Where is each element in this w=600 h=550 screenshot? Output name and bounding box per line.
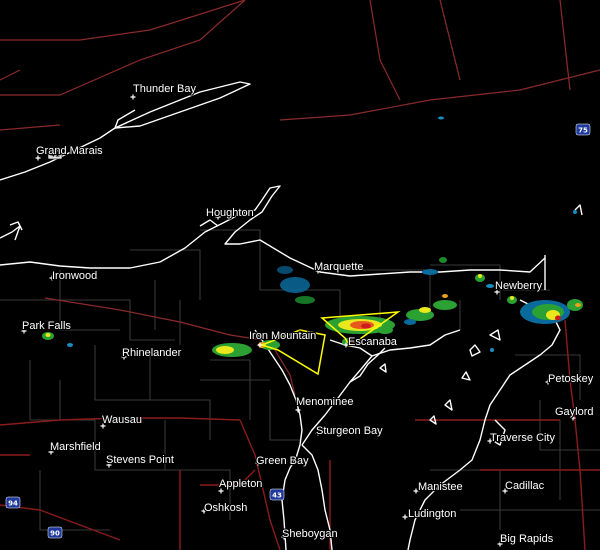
city-label-manistee: Manistee <box>418 481 463 493</box>
city-label-ludington: Ludington <box>408 508 456 520</box>
svg-text:94: 94 <box>8 500 18 508</box>
city-label-appleton: Appleton <box>219 478 262 490</box>
city-escanaba: Escanaba <box>343 335 399 349</box>
shield-i-75: 75 <box>575 123 591 136</box>
city-ludington: Ludington <box>402 507 457 521</box>
radar-map: 75 43 41 94 90 Thunder BayGrand MaraisHo… <box>0 0 600 550</box>
city-label-wausau: Wausau <box>102 414 142 426</box>
city-park-falls: Park Falls <box>21 319 72 334</box>
city-label-menominee: Menominee <box>296 396 353 408</box>
city-manistee: Manistee <box>413 480 464 494</box>
city-label-iron-mountain: Iron Mountain <box>249 330 316 342</box>
svg-text:75: 75 <box>578 127 588 135</box>
city-traverse-city: Traverse City <box>487 431 557 445</box>
city-green-bay: Green Bay <box>255 454 310 468</box>
city-label-traverse-city: Traverse City <box>490 432 555 444</box>
city-label-petoskey: Petoskey <box>548 373 594 385</box>
city-label-rhinelander: Rhinelander <box>122 347 182 359</box>
city-petoskey: Petoskey <box>545 372 595 386</box>
city-label-grand-marais: Grand Marais <box>36 145 103 157</box>
city-label-escanaba: Escanaba <box>348 336 398 348</box>
city-label-cadillac: Cadillac <box>505 480 545 492</box>
city-big-rapids: Big Rapids <box>497 532 555 547</box>
svg-text:90: 90 <box>50 530 60 538</box>
city-rhinelander: Rhinelander <box>121 346 183 360</box>
city-stevens-point: Stevens Point <box>105 453 175 468</box>
city-label-marshfield: Marshfield <box>50 441 101 453</box>
city-label-park-falls: Park Falls <box>22 320 71 332</box>
city-label-sheboygan: Sheboygan <box>282 528 338 540</box>
city-label-gaylord: Gaylord <box>555 406 594 418</box>
city-label-houghton: Houghton <box>206 207 254 219</box>
city-label-stevens-point: Stevens Point <box>106 454 174 466</box>
shield-i-90: 90 <box>47 526 63 539</box>
city-label-oshkosh: Oshkosh <box>204 502 247 514</box>
shield-i-43: 43 <box>269 488 285 501</box>
city-sturgeon-bay: Sturgeon Bay <box>315 424 384 438</box>
svg-text:43: 43 <box>272 492 282 500</box>
city-sheboygan: Sheboygan <box>281 527 339 541</box>
shield-i-94: 94 <box>5 496 21 509</box>
city-label-sturgeon-bay: Sturgeon Bay <box>316 425 383 437</box>
city-label-big-rapids: Big Rapids <box>500 533 554 545</box>
city-label-marquette: Marquette <box>314 261 364 273</box>
city-ironwood: Ironwood <box>49 269 98 283</box>
city-label-thunder-bay: Thunder Bay <box>133 83 196 95</box>
city-label-ironwood: Ironwood <box>52 270 97 282</box>
city-label-newberry: Newberry <box>495 280 543 292</box>
city-label-green-bay: Green Bay <box>256 455 309 467</box>
city-houghton: Houghton <box>205 206 255 220</box>
city-cadillac: Cadillac <box>502 479 546 494</box>
city-marquette: Marquette <box>313 260 365 274</box>
city-marshfield: Marshfield <box>48 440 102 455</box>
city-oshkosh: Oshkosh <box>201 501 249 515</box>
